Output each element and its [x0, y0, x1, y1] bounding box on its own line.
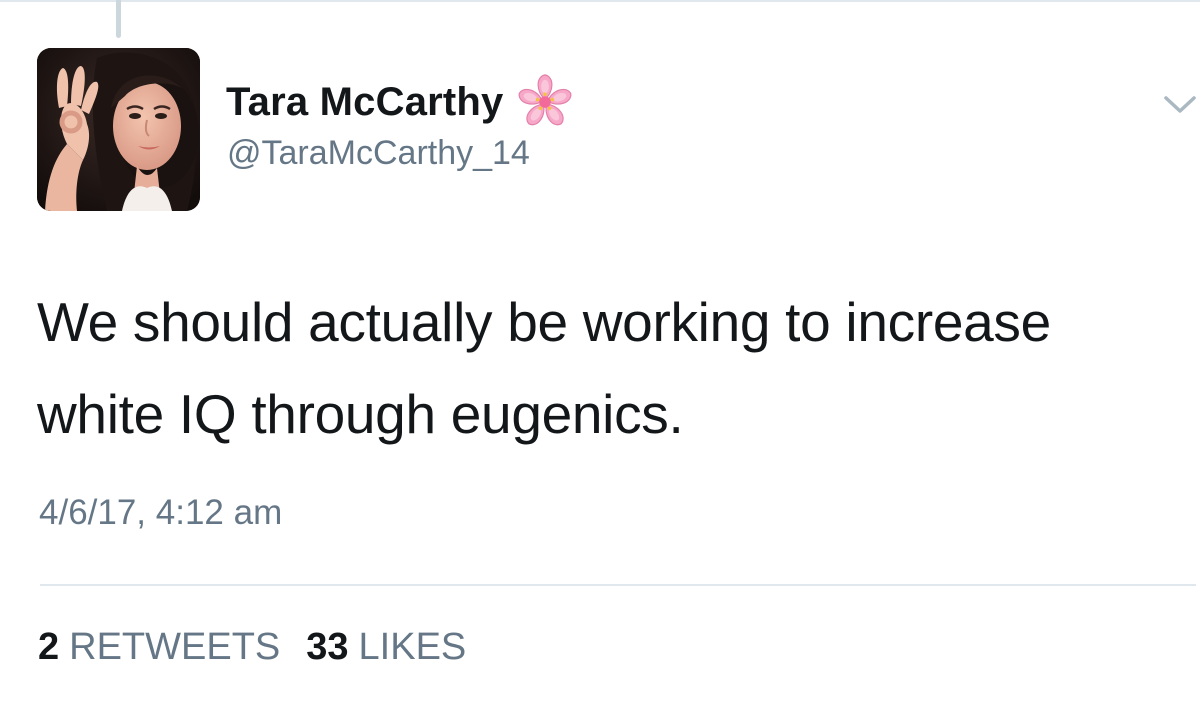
likes-stat[interactable]: 33 LIKES [306, 626, 466, 669]
tweet-text-line: white IQ through eugenics. [37, 383, 684, 445]
likes-label: LIKES [358, 626, 467, 668]
author-name-row: Tara McCarthy [226, 70, 576, 134]
retweets-count: 2 [38, 626, 60, 668]
tweet-text-line: We should actually be working to increas… [37, 291, 1051, 353]
likes-count: 33 [306, 626, 349, 668]
tweet-text: We should actually be working to increas… [37, 276, 1197, 460]
author-handle[interactable]: @TaraMcCarthy_14 [227, 134, 530, 173]
chevron-down-icon[interactable] [1160, 84, 1200, 124]
cherry-blossom-icon [518, 74, 571, 126]
top-divider [0, 0, 1200, 2]
retweets-stat[interactable]: 2 RETWEETS [38, 626, 280, 669]
avatar-photo [37, 48, 200, 211]
tweet-timestamp[interactable]: 4/6/17, 4:12 am [39, 493, 282, 533]
avatar[interactable] [37, 48, 200, 211]
thread-connector-line [116, 0, 121, 38]
author-display-name[interactable]: Tara McCarthy [226, 80, 504, 125]
stats-divider [40, 584, 1196, 586]
tweet-stats: 2 RETWEETS 33 LIKES [38, 626, 466, 669]
retweets-label: RETWEETS [69, 626, 281, 668]
